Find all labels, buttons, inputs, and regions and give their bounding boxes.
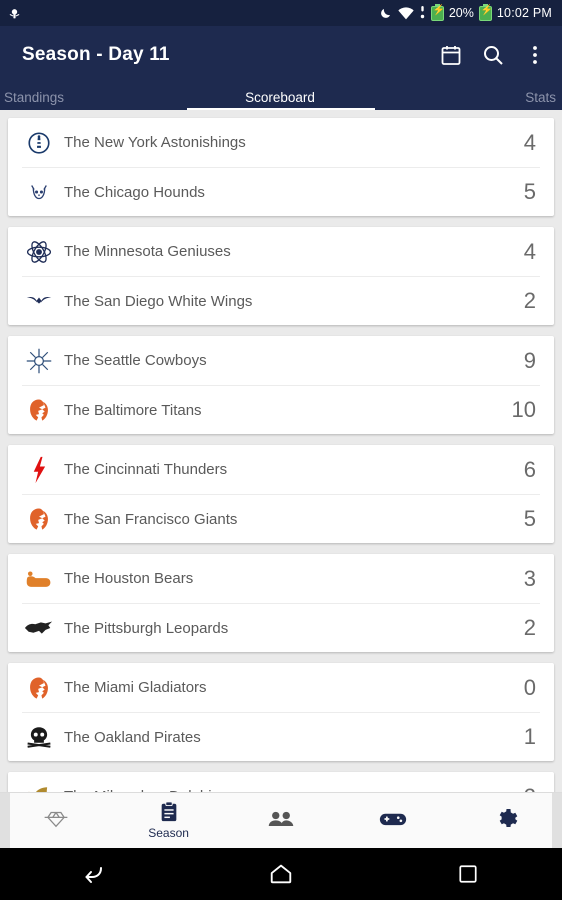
table-row[interactable]: The Oakland Pirates 1 (22, 712, 540, 761)
atom-icon (22, 237, 56, 267)
tab-bar: Standings Scoreboard Stats (0, 84, 562, 110)
team-score: 2 (523, 615, 536, 640)
nav-label: Season (148, 826, 189, 840)
team-score: 5 (523, 506, 536, 531)
table-row[interactable]: The Houston Bears 3 (22, 554, 540, 603)
tab-standings[interactable]: Standings (0, 84, 188, 110)
calendar-icon[interactable] (438, 42, 464, 68)
wifi-icon (398, 6, 414, 20)
team-name: The Chicago Hounds (64, 183, 205, 201)
team-name: The New York Astonishings (64, 134, 246, 151)
table-row[interactable]: The New York Astonishings 4 (22, 118, 540, 167)
team-name: The Baltimore Titans (64, 401, 202, 419)
team-score: 4 (523, 238, 536, 264)
overflow-menu-icon[interactable] (522, 42, 548, 68)
team-score: 6 (523, 456, 536, 482)
battery-percent-label: 20% (448, 6, 474, 20)
status-bar-right: 20% 10:02 PM (379, 3, 552, 21)
wings-icon (22, 286, 56, 316)
app-screen: 20% 10:02 PM Season - Day 11 (0, 0, 562, 900)
team-name: The Seattle Cowboys (64, 352, 207, 369)
bottom-navigation: Season (0, 792, 562, 848)
tab-scoreboard[interactable]: Scoreboard (188, 84, 372, 110)
team-name: The Oakland Pirates (64, 728, 201, 746)
team-score: 10 (511, 397, 536, 422)
snowflake-star-icon (22, 346, 56, 376)
nav-item-season[interactable]: Season (112, 793, 224, 848)
game-card[interactable]: The Miami Gladiators 0 The Oakland Pirat… (8, 663, 554, 761)
spartan-helmet-icon (22, 504, 56, 534)
table-row[interactable]: The Baltimore Titans 10 (22, 385, 540, 434)
dolphin-icon (22, 782, 56, 792)
table-row[interactable]: The Minnesota Geniuses 4 (22, 227, 540, 276)
status-bar-left (8, 7, 21, 20)
bear-icon (22, 564, 56, 594)
table-row[interactable]: The Seattle Cowboys 9 (22, 336, 540, 385)
page-title: Season - Day 11 (22, 44, 170, 65)
team-score: 2 (523, 288, 536, 313)
system-navigation-bar (0, 848, 562, 900)
table-row[interactable]: The San Francisco Giants 5 (22, 494, 540, 543)
lighthouse-icon (22, 128, 56, 158)
nav-item-players[interactable] (225, 793, 337, 848)
moon-icon (379, 6, 393, 20)
team-score: 1 (523, 724, 536, 749)
scoreboard-list[interactable]: The New York Astonishings 4 The Chicago … (0, 110, 562, 792)
game-card[interactable]: The Seattle Cowboys 9 The Baltimore Tita… (8, 336, 554, 434)
table-row[interactable]: The Milwaukee Dolphins 2 (22, 772, 540, 792)
table-row[interactable]: The Chicago Hounds 5 (22, 167, 540, 216)
home-button[interactable] (255, 855, 307, 893)
hound-head-icon (22, 177, 56, 207)
team-name: The Pittsburgh Leopards (64, 619, 229, 637)
team-name: The Miami Gladiators (64, 679, 207, 696)
table-row[interactable]: The San Diego White Wings 2 (22, 276, 540, 325)
team-score: 5 (523, 179, 536, 204)
skull-crossbones-icon (22, 722, 56, 752)
tab-stats[interactable]: Stats (372, 84, 562, 110)
app-bar: Season - Day 11 (0, 26, 562, 84)
recents-button[interactable] (442, 855, 494, 893)
nav-item-settings[interactable] (450, 793, 562, 848)
team-score: 0 (523, 674, 536, 700)
game-card[interactable]: The New York Astonishings 4 The Chicago … (8, 118, 554, 216)
lightning-bolt-icon (22, 455, 56, 485)
search-icon[interactable] (480, 42, 506, 68)
game-card[interactable]: The Houston Bears 3 The Pittsburgh Leopa… (8, 554, 554, 652)
nav-item-games[interactable] (337, 793, 449, 848)
team-score: 2 (524, 784, 540, 793)
leopard-icon (22, 613, 56, 643)
nav-item-teams[interactable] (0, 793, 112, 848)
back-button[interactable] (68, 855, 120, 893)
spartan-helmet-icon (22, 395, 56, 425)
table-row[interactable]: The Pittsburgh Leopards 2 (22, 603, 540, 652)
team-name: The Houston Bears (64, 570, 194, 587)
team-name: The San Francisco Giants (64, 510, 238, 528)
team-score: 9 (523, 347, 536, 373)
table-row[interactable]: The Miami Gladiators 0 (22, 663, 540, 712)
nav-edge-left (0, 793, 10, 848)
clock-label: 10:02 PM (496, 6, 552, 20)
spartan-helmet-icon (22, 673, 56, 703)
game-card[interactable]: The Cincinnati Thunders 6 The San Franci… (8, 445, 554, 543)
status-bar: 20% 10:02 PM (0, 0, 562, 26)
app-bar-actions (438, 42, 548, 68)
team-score: 4 (523, 129, 536, 155)
team-name: The San Diego White Wings (64, 292, 253, 310)
table-row[interactable]: The Cincinnati Thunders 6 (22, 445, 540, 494)
battery-icon (478, 3, 493, 21)
team-score: 3 (523, 565, 536, 591)
nav-edge-right (552, 793, 562, 848)
vibrate-icon (419, 6, 426, 20)
android-debug-icon (8, 7, 21, 20)
game-card[interactable]: The Milwaukee Dolphins 2 The St Louis Ti… (8, 772, 554, 792)
team-name: The Minnesota Geniuses (64, 243, 231, 260)
team-name: The Cincinnati Thunders (64, 461, 228, 478)
battery-charging-icon (430, 3, 445, 21)
game-card[interactable]: The Minnesota Geniuses 4 The San Diego W… (8, 227, 554, 325)
